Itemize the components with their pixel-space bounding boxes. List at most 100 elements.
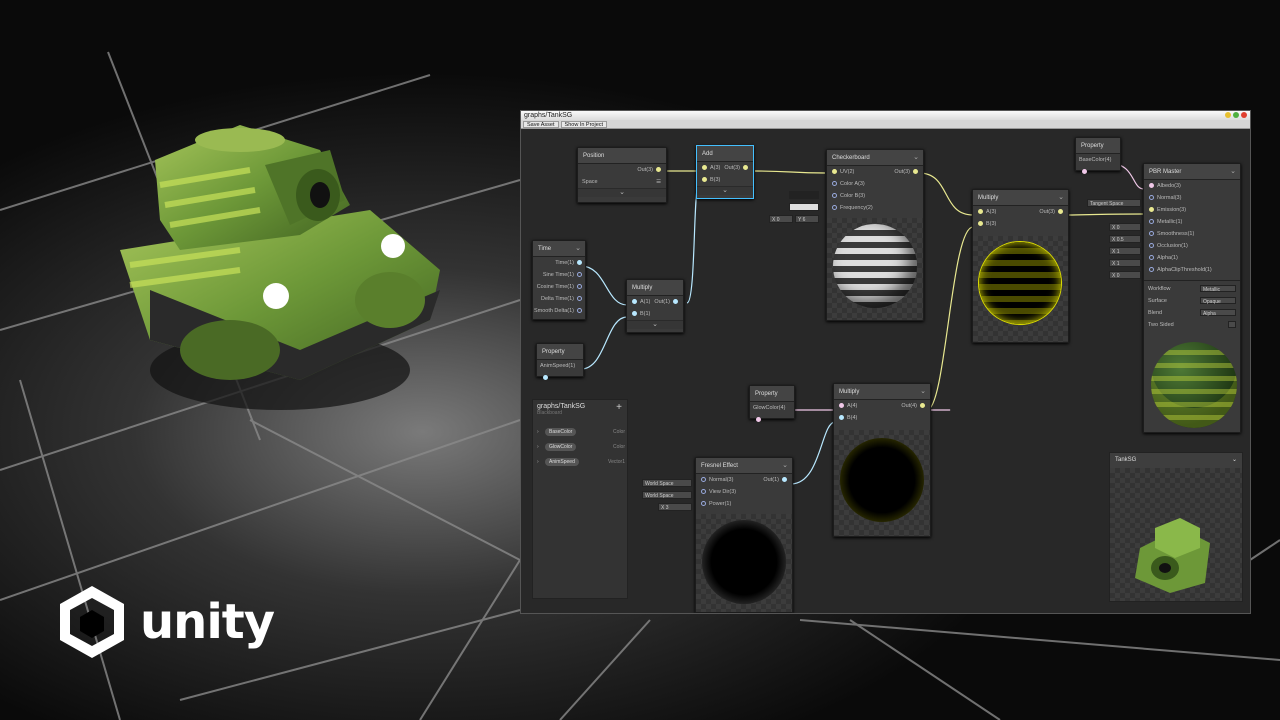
input-port[interactable] <box>1149 231 1154 237</box>
input-port[interactable] <box>701 501 706 507</box>
checkerboard-node[interactable]: Checkerboard ⌄ UV(2) Out(3) Color A(3) Col… <box>826 149 924 321</box>
frequency-x-field[interactable]: X 0 <box>769 215 793 223</box>
metallic-field[interactable]: X 0 <box>1109 223 1141 231</box>
pbr-master-node[interactable]: PBR Master ⌄ Albedo(3) Normal(3) Emission… <box>1143 163 1241 433</box>
space-dropdown[interactable]: ☰ <box>656 176 661 188</box>
preview-viewport[interactable] <box>1110 468 1242 601</box>
add-node[interactable]: Add A(3) Out(3) B(3) ⌄ <box>696 145 754 199</box>
add-property-icon[interactable]: + <box>616 402 622 413</box>
minimize-icon[interactable] <box>1225 112 1231 118</box>
property-name[interactable]: GlowColor <box>545 443 577 451</box>
multiply-node[interactable]: Multiply ⌄ A(4) Out(4) B(4) <box>833 383 931 537</box>
output-port[interactable] <box>920 403 925 409</box>
color-b-swatch[interactable] <box>789 203 819 211</box>
chevron-down-icon[interactable]: ⌄ <box>1230 164 1236 180</box>
unity-cube-icon <box>60 586 124 658</box>
chevron-down-icon[interactable]: ⌄ <box>913 150 919 166</box>
output-port[interactable] <box>577 296 582 302</box>
collapse-chevron-icon[interactable]: ⌄ <box>697 186 753 195</box>
output-port[interactable] <box>913 169 918 175</box>
time-node[interactable]: Time ⌄ Time(1) Sine Time(1) Cosine Time(1… <box>532 240 586 320</box>
output-port[interactable] <box>782 477 787 483</box>
expand-arrow-icon[interactable]: › <box>537 442 539 452</box>
input-port[interactable] <box>832 193 837 199</box>
blackboard-item[interactable]: › AnimSpeed Vector1 <box>537 457 627 467</box>
input-port[interactable] <box>1149 255 1154 261</box>
blackboard-item[interactable]: › GlowColor Color <box>537 442 627 452</box>
normal-space-dropdown[interactable]: World Space <box>642 479 692 487</box>
multiply-node[interactable]: Multiply ⌄ A(3) Out(3) B(3) <box>972 189 1069 343</box>
input-port[interactable] <box>1149 267 1154 273</box>
output-port[interactable] <box>577 284 582 290</box>
input-port[interactable] <box>839 403 844 409</box>
color-a-swatch[interactable] <box>789 191 819 199</box>
input-port[interactable] <box>632 299 637 305</box>
chevron-down-icon[interactable]: ⌄ <box>920 384 926 400</box>
workflow-label: Workflow <box>1148 286 1171 292</box>
input-port[interactable] <box>1149 243 1154 249</box>
output-port[interactable] <box>1082 169 1087 175</box>
port-label: B(3) <box>710 177 721 183</box>
chevron-down-icon[interactable]: ⌄ <box>575 241 581 257</box>
normal-space-field[interactable]: Tangent Space <box>1087 199 1141 207</box>
input-port[interactable] <box>702 165 707 171</box>
input-port[interactable] <box>832 169 837 175</box>
workflow-dropdown[interactable]: Metallic <box>1200 285 1236 293</box>
property-basecolor-node[interactable]: Property BaseColor(4) <box>1075 137 1121 175</box>
input-port[interactable] <box>1149 195 1154 201</box>
input-port[interactable] <box>832 205 837 211</box>
chevron-down-icon[interactable]: ⌄ <box>782 458 788 474</box>
save-asset-button[interactable]: Save Asset <box>523 120 559 128</box>
show-in-project-button[interactable]: Show In Project <box>560 120 608 128</box>
input-port[interactable] <box>701 477 706 483</box>
chevron-down-icon[interactable]: ⌄ <box>1058 190 1064 206</box>
output-port[interactable] <box>656 167 661 173</box>
input-port[interactable] <box>839 415 844 421</box>
input-port[interactable] <box>978 209 983 215</box>
graph-canvas[interactable]: Position Out(3) Space ☰ ⌄ Add A(3) Out(3) … <box>521 129 1250 613</box>
input-port[interactable] <box>632 311 637 317</box>
multiply-node[interactable]: Multiply A(1) Out(1) B(1) ⌄ <box>626 279 684 333</box>
output-port[interactable] <box>577 260 582 266</box>
frequency-y-field[interactable]: Y 6 <box>795 215 819 223</box>
collapse-chevron-icon[interactable]: ⌄ <box>627 320 683 329</box>
power-field[interactable]: X 3 <box>658 503 692 511</box>
two-sided-checkbox[interactable] <box>1228 321 1236 328</box>
input-port[interactable] <box>832 181 837 187</box>
input-port[interactable] <box>702 177 707 183</box>
input-port[interactable] <box>1149 219 1154 225</box>
close-icon[interactable] <box>1241 112 1247 118</box>
input-port[interactable] <box>1149 207 1154 213</box>
expand-arrow-icon[interactable]: › <box>537 457 539 467</box>
port-label: Out(1) <box>763 477 779 483</box>
input-port[interactable] <box>1149 183 1154 189</box>
collapse-chevron-icon[interactable]: ⌄ <box>578 188 666 197</box>
output-port[interactable] <box>743 165 748 171</box>
blackboard-item[interactable]: › BaseColor Color <box>537 427 627 437</box>
property-name[interactable]: AnimSpeed <box>545 458 579 466</box>
output-port[interactable] <box>577 272 582 278</box>
property-animspeed-node[interactable]: Property AnimSpeed(1) <box>536 343 584 381</box>
blend-dropdown[interactable]: Alpha <box>1200 309 1236 317</box>
output-port[interactable] <box>756 417 761 423</box>
output-port[interactable] <box>577 308 582 314</box>
fresnel-effect-node[interactable]: Fresnel Effect ⌄ Normal(3) Out(1) View Dir… <box>695 457 793 613</box>
input-port[interactable] <box>978 221 983 227</box>
property-glowcolor-node[interactable]: Property GlowColor(4) <box>749 385 795 423</box>
output-port[interactable] <box>543 375 548 381</box>
alpha-clip-field[interactable]: X 0 <box>1109 271 1141 279</box>
chevron-down-icon[interactable]: ⌄ <box>1232 453 1237 468</box>
input-port[interactable] <box>701 489 706 495</box>
output-port[interactable] <box>1058 209 1063 215</box>
position-node[interactable]: Position Out(3) Space ☰ ⌄ <box>577 147 667 203</box>
occlusion-field[interactable]: X 1 <box>1109 247 1141 255</box>
viewdir-space-dropdown[interactable]: World Space <box>642 491 692 499</box>
output-port[interactable] <box>673 299 678 305</box>
node-title: Multiply ⌄ <box>973 190 1068 206</box>
expand-arrow-icon[interactable]: › <box>537 427 539 437</box>
maximize-icon[interactable] <box>1233 112 1239 118</box>
alpha-field[interactable]: X 1 <box>1109 259 1141 267</box>
surface-dropdown[interactable]: Opaque <box>1200 297 1236 305</box>
property-name[interactable]: BaseColor <box>545 428 577 436</box>
smoothness-field[interactable]: X 0.5 <box>1109 235 1141 243</box>
